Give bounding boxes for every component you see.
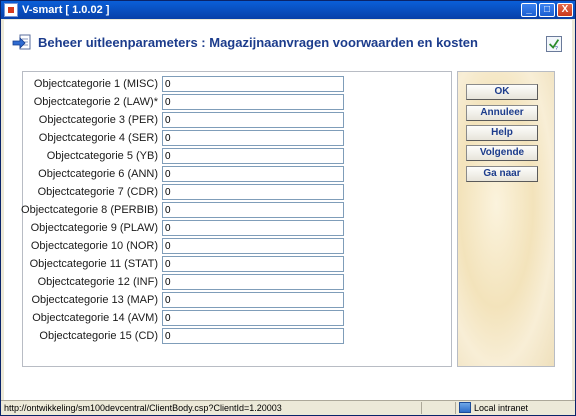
status-url: http://ontwikkeling/sm100devcentral/Clie… [4, 403, 282, 413]
field-label: Objectcategorie 2 (LAW)* [33, 96, 158, 108]
form-row: Objectcategorie 15 (CD) [23, 328, 453, 346]
category-input[interactable] [162, 202, 344, 218]
title-bar[interactable]: V-smart [ 1.0.02 ] _ □ X [1, 1, 575, 19]
field-label: Objectcategorie 12 (INF) [37, 276, 158, 288]
form-row: Objectcategorie 1 (MISC) [23, 76, 453, 94]
volgende-button[interactable]: Volgende [466, 145, 538, 161]
help-button[interactable]: Help [466, 125, 538, 141]
field-label: Objectcategorie 7 (CDR) [37, 186, 158, 198]
application-window: V-smart [ 1.0.02 ] _ □ X Beheer uitleenp… [0, 0, 576, 416]
intranet-zone-icon [459, 402, 471, 413]
category-input[interactable] [162, 238, 344, 254]
category-input[interactable] [162, 76, 344, 92]
field-label: Objectcategorie 9 (PLAW) [30, 222, 158, 234]
field-label: Objectcategorie 11 (STAT) [29, 258, 158, 270]
annuleer-button[interactable]: Annuleer [466, 105, 538, 121]
field-label: Objectcategorie 10 (NOR) [30, 240, 158, 252]
form-row: Objectcategorie 13 (MAP) [23, 292, 453, 310]
zone-label: Local intranet [474, 402, 529, 413]
arrow-document-icon [12, 34, 31, 50]
page-title: Beheer uitleenparameters : Magazijnaanvr… [38, 35, 478, 50]
category-input[interactable] [162, 220, 344, 236]
page-content: Beheer uitleenparameters : Magazijnaanvr… [4, 20, 572, 400]
category-input[interactable] [162, 292, 344, 308]
field-label: Objectcategorie 3 (PER) [38, 114, 158, 126]
form-panel: Objectcategorie 1 (MISC) Objectcategorie… [21, 71, 453, 367]
close-button[interactable]: X [557, 3, 573, 17]
form-row: Objectcategorie 11 (STAT) [23, 256, 453, 274]
field-label: Objectcategorie 4 (SER) [38, 132, 158, 144]
status-bar: http://ontwikkeling/sm100devcentral/Clie… [1, 400, 575, 415]
field-label: Objectcategorie 14 (AVM) [32, 312, 158, 324]
field-label: Objectcategorie 5 (YB) [46, 150, 158, 162]
window-title: V-smart [ 1.0.02 ] [22, 4, 110, 16]
form-row: Objectcategorie 6 (ANN) [23, 166, 453, 184]
form-row: Objectcategorie 9 (PLAW) [23, 220, 453, 238]
form-row: Objectcategorie 4 (SER) [23, 130, 453, 148]
maximize-button[interactable]: □ [539, 3, 555, 17]
action-button-panel: OK Annuleer Help Volgende Ga naar [457, 71, 555, 367]
checkmark-help-icon[interactable]: ? [546, 36, 562, 52]
field-label: Objectcategorie 1 (MISC) [33, 78, 158, 90]
category-input[interactable] [162, 148, 344, 164]
svg-text:?: ? [555, 46, 558, 52]
form-row: Objectcategorie 3 (PER) [23, 112, 453, 130]
form-row: Objectcategorie 12 (INF) [23, 274, 453, 292]
form-row: Objectcategorie 5 (YB) [23, 148, 453, 166]
category-input[interactable] [162, 274, 344, 290]
app-icon [4, 3, 18, 17]
category-input[interactable] [162, 310, 344, 326]
form-row: Objectcategorie 14 (AVM) [23, 310, 453, 328]
minimize-button[interactable]: _ [521, 3, 537, 17]
field-label: Objectcategorie 6 (ANN) [38, 168, 158, 180]
category-input[interactable] [162, 256, 344, 272]
category-input[interactable] [162, 130, 344, 146]
ga-naar-button[interactable]: Ga naar [466, 166, 538, 182]
security-zone: Local intranet [459, 402, 528, 413]
form-row: Objectcategorie 10 (NOR) [23, 238, 453, 256]
category-input[interactable] [162, 166, 344, 182]
category-input[interactable] [162, 112, 344, 128]
field-label: Objectcategorie 15 (CD) [39, 330, 158, 342]
status-divider [421, 402, 422, 414]
ok-button[interactable]: OK [466, 84, 538, 100]
form-row: Objectcategorie 8 (PERBIB) [21, 202, 453, 220]
status-divider [455, 402, 456, 414]
page-header: Beheer uitleenparameters : Magazijnaanvr… [4, 20, 572, 62]
field-label: Objectcategorie 13 (MAP) [31, 294, 158, 306]
field-label: Objectcategorie 8 (PERBIB) [21, 204, 158, 216]
category-input[interactable] [162, 184, 344, 200]
form-row: Objectcategorie 2 (LAW)* [23, 94, 453, 112]
form-row: Objectcategorie 7 (CDR) [23, 184, 453, 202]
category-input[interactable] [162, 94, 344, 110]
category-input[interactable] [162, 328, 344, 344]
